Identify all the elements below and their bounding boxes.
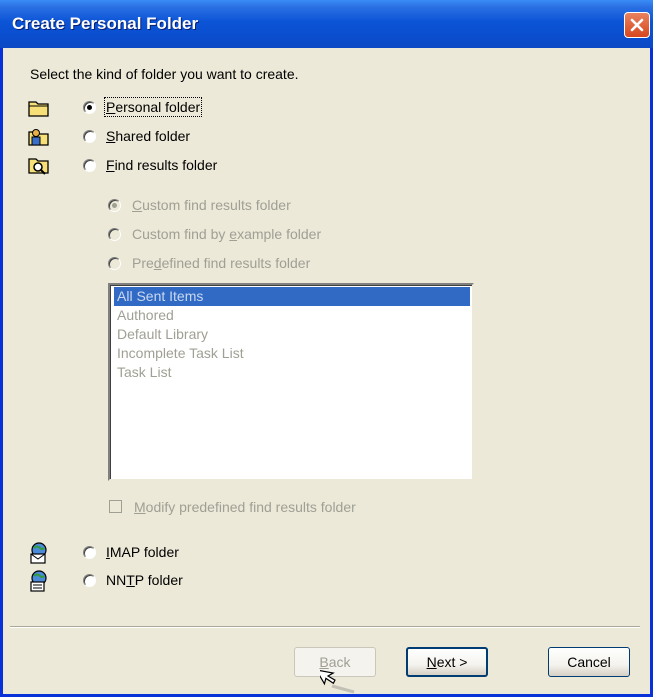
find-results-folder-radio[interactable] xyxy=(83,159,96,172)
predefined-find-results-radio[interactable] xyxy=(108,257,121,270)
list-item[interactable]: Default Library xyxy=(114,325,470,344)
custom-find-by-example-label[interactable]: Custom find by example folder xyxy=(132,226,321,242)
modify-predefined-label[interactable]: Modify predefined find results folder xyxy=(134,499,356,515)
shared-folder-label[interactable]: Shared folder xyxy=(106,128,190,144)
custom-find-results-radio[interactable] xyxy=(108,199,121,212)
predefined-folders-list[interactable]: All Sent Items Authored Default Library … xyxy=(108,283,474,481)
custom-find-results-label[interactable]: Custom find results folder xyxy=(132,197,291,213)
close-button[interactable] xyxy=(624,12,650,38)
shared-folder-radio[interactable] xyxy=(83,130,96,143)
personal-folder-icon xyxy=(28,101,49,117)
nntp-folder-radio[interactable] xyxy=(83,574,96,587)
list-item[interactable]: Authored xyxy=(114,306,470,325)
imap-folder-radio[interactable] xyxy=(83,546,96,559)
list-item[interactable]: Task List xyxy=(114,363,470,382)
imap-folder-label[interactable]: IMAP folder xyxy=(106,544,179,560)
find-results-folder-label[interactable]: Find results folder xyxy=(106,157,217,173)
mouse-cursor-icon xyxy=(320,669,355,694)
predefined-find-results-label[interactable]: Predefined find results folder xyxy=(132,255,310,271)
title-bar[interactable]: Create Personal Folder xyxy=(0,0,653,48)
personal-folder-radio[interactable] xyxy=(83,101,96,114)
cancel-button[interactable]: Cancel xyxy=(548,647,630,677)
find-results-folder-icon xyxy=(28,158,49,175)
custom-find-by-example-radio[interactable] xyxy=(108,228,121,241)
nntp-folder-icon xyxy=(30,570,47,592)
personal-folder-label[interactable]: Personal folder xyxy=(103,97,203,117)
imap-folder-icon xyxy=(30,542,47,564)
list-item[interactable]: All Sent Items xyxy=(114,287,470,306)
separator-highlight xyxy=(10,627,640,628)
dialog-title: Create Personal Folder xyxy=(12,14,199,33)
list-item[interactable]: Incomplete Task List xyxy=(114,344,470,363)
modify-predefined-checkbox[interactable] xyxy=(109,500,122,513)
shared-folder-icon xyxy=(28,129,49,146)
instruction-text: Select the kind of folder you want to cr… xyxy=(30,66,299,82)
next-button[interactable]: Next > xyxy=(406,647,488,677)
nntp-folder-label[interactable]: NNTP folder xyxy=(106,572,183,588)
close-icon xyxy=(630,18,644,32)
